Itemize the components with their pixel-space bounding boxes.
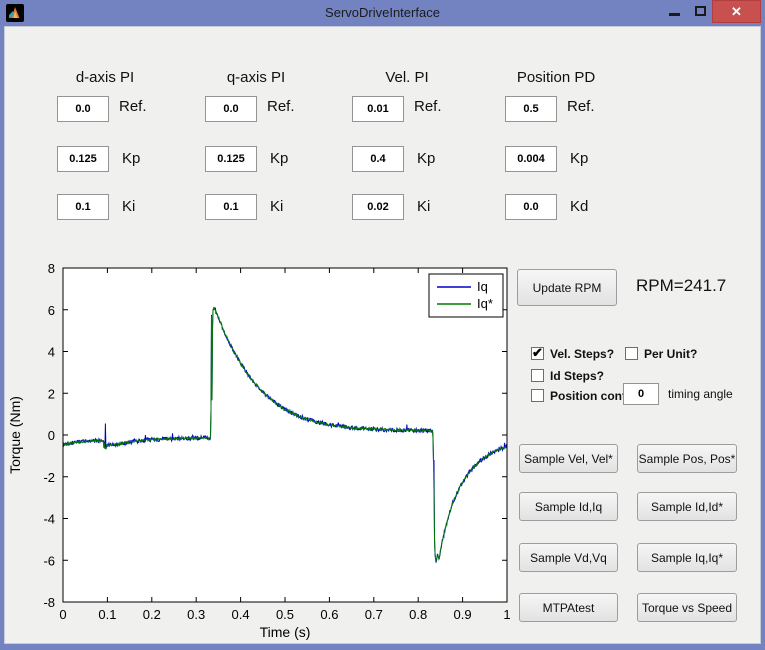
vel-ref-label: Ref. bbox=[414, 94, 442, 120]
qaxis-ref-field[interactable] bbox=[205, 96, 257, 122]
id-steps-label: Id Steps? bbox=[550, 369, 604, 383]
svg-text:Iq: Iq bbox=[477, 279, 488, 294]
maximize-button[interactable] bbox=[688, 0, 712, 24]
rpm-readout: RPM=241.7 bbox=[636, 276, 726, 296]
mtpa-test-button[interactable]: MTPAtest bbox=[519, 593, 618, 622]
svg-text:0: 0 bbox=[48, 428, 55, 443]
svg-text:Iq*: Iq* bbox=[477, 296, 493, 311]
vel-ki-field[interactable] bbox=[352, 194, 404, 220]
vel-ki-label: Ki bbox=[417, 194, 430, 220]
svg-text:-2: -2 bbox=[43, 470, 55, 485]
svg-text:0: 0 bbox=[59, 607, 66, 622]
per-unit-label: Per Unit? bbox=[644, 347, 697, 361]
minimize-icon bbox=[669, 13, 680, 16]
svg-text:0.1: 0.1 bbox=[98, 607, 116, 622]
sample-id-iq-button[interactable]: Sample Id,Iq bbox=[519, 492, 618, 521]
torque-plot: 0 0.1 0.2 0.3 0.4 0.5 0.6 0.7 0.8 0.9 1 -8 -6 -4 -2 0 2 4… bbox=[4, 255, 515, 650]
daxis-ref-label: Ref. bbox=[119, 94, 147, 120]
title-bar[interactable]: ServoDriveInterface ✕ bbox=[0, 0, 765, 26]
window-title: ServoDriveInterface bbox=[0, 5, 765, 20]
sample-iq-iqstar-button[interactable]: Sample Iq,Iq* bbox=[637, 543, 737, 572]
pos-kp-field[interactable] bbox=[505, 146, 557, 172]
minimize-button[interactable] bbox=[662, 0, 686, 24]
svg-text:-6: -6 bbox=[43, 553, 55, 568]
svg-text:8: 8 bbox=[48, 261, 55, 276]
pos-kp-label: Kp bbox=[570, 146, 588, 172]
qaxis-ki-label: Ki bbox=[270, 194, 283, 220]
timing-angle-field[interactable] bbox=[623, 383, 659, 405]
servo-drive-window: ServoDriveInterface ✕ d-axis PI q-axis P… bbox=[0, 0, 765, 650]
vel-kp-field[interactable] bbox=[352, 146, 404, 172]
daxis-ki-field[interactable] bbox=[57, 194, 109, 220]
svg-text:1: 1 bbox=[503, 607, 510, 622]
svg-text:0.4: 0.4 bbox=[232, 607, 250, 622]
sample-pos-button[interactable]: Sample Pos, Pos* bbox=[637, 444, 737, 473]
daxis-pi-title: d-axis PI bbox=[76, 69, 134, 86]
sample-id-idstar-button[interactable]: Sample Id,Id* bbox=[637, 492, 737, 521]
svg-text:0.2: 0.2 bbox=[143, 607, 161, 622]
svg-text:Time (s): Time (s) bbox=[260, 624, 311, 640]
svg-text:0.6: 0.6 bbox=[320, 607, 338, 622]
vel-steps-label: Vel. Steps? bbox=[550, 347, 614, 361]
svg-text:-8: -8 bbox=[43, 595, 55, 610]
figure-canvas: d-axis PI q-axis PI Vel. PI Position PD … bbox=[4, 26, 761, 644]
maximize-icon bbox=[695, 6, 706, 16]
qaxis-ki-field[interactable] bbox=[205, 194, 257, 220]
torque-vs-speed-button[interactable]: Torque vs Speed bbox=[637, 593, 737, 622]
svg-text:0.9: 0.9 bbox=[454, 607, 472, 622]
daxis-kp-label: Kp bbox=[122, 146, 140, 172]
svg-text:0.3: 0.3 bbox=[187, 607, 205, 622]
svg-text:-4: -4 bbox=[43, 512, 55, 527]
vel-kp-label: Kp bbox=[417, 146, 435, 172]
timing-angle-label: timing angle bbox=[668, 387, 733, 401]
per-unit-checkbox[interactable] bbox=[625, 347, 638, 360]
vel-steps-checkbox[interactable] bbox=[531, 347, 544, 360]
sample-vd-vq-button[interactable]: Sample Vd,Vq bbox=[519, 543, 618, 572]
svg-text:0.5: 0.5 bbox=[276, 607, 294, 622]
daxis-ki-label: Ki bbox=[122, 194, 135, 220]
pos-ref-label: Ref. bbox=[567, 94, 595, 120]
svg-text:0.8: 0.8 bbox=[409, 607, 427, 622]
close-button[interactable]: ✕ bbox=[712, 0, 761, 23]
qaxis-kp-label: Kp bbox=[270, 146, 288, 172]
sample-vel-button[interactable]: Sample Vel, Vel* bbox=[519, 444, 618, 473]
update-rpm-button[interactable]: Update RPM bbox=[517, 269, 617, 306]
svg-text:2: 2 bbox=[48, 386, 55, 401]
vel-pi-title: Vel. PI bbox=[385, 69, 428, 86]
svg-text:0.7: 0.7 bbox=[365, 607, 383, 622]
position-pd-title: Position PD bbox=[517, 69, 595, 86]
qaxis-kp-field[interactable] bbox=[205, 146, 257, 172]
pos-kd-field[interactable] bbox=[505, 194, 557, 220]
vel-ref-field[interactable] bbox=[352, 96, 404, 122]
svg-text:6: 6 bbox=[48, 303, 55, 318]
svg-text:4: 4 bbox=[48, 345, 55, 360]
svg-text:Torque (Nm): Torque (Nm) bbox=[7, 396, 23, 474]
daxis-ref-field[interactable] bbox=[57, 96, 109, 122]
qaxis-ref-label: Ref. bbox=[267, 94, 295, 120]
id-steps-checkbox[interactable] bbox=[531, 369, 544, 382]
position-control-checkbox[interactable] bbox=[531, 389, 544, 402]
daxis-kp-field[interactable] bbox=[57, 146, 109, 172]
qaxis-pi-title: q-axis PI bbox=[227, 69, 285, 86]
pos-ref-field[interactable] bbox=[505, 96, 557, 122]
pos-kd-label: Kd bbox=[570, 194, 588, 220]
